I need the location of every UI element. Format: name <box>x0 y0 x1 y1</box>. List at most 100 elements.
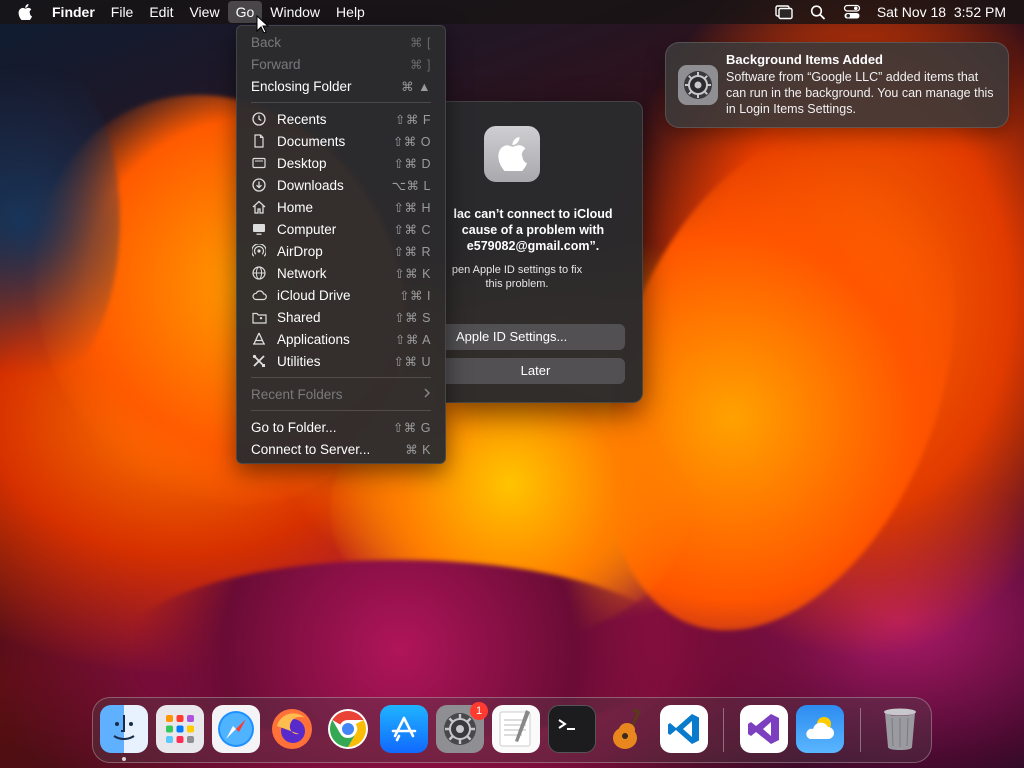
dock-chrome[interactable] <box>324 705 372 753</box>
go-menu: Back ⌘ [ Forward ⌘ ] Enclosing Folder ⌘ … <box>236 25 446 464</box>
applications-icon <box>251 331 267 347</box>
notification-title: Background Items Added <box>726 52 883 67</box>
menu-item-forward[interactable]: Forward ⌘ ] <box>243 53 439 75</box>
menu-item-shortcut: ⌥⌘ L <box>391 178 431 193</box>
menu-item-shortcut: ⇧⌘ G <box>392 420 431 435</box>
menu-separator <box>251 377 431 378</box>
menu-item-label: iCloud Drive <box>277 287 351 303</box>
menubar-edit[interactable]: Edit <box>141 1 181 23</box>
menu-item-shortcut: ⇧⌘ A <box>394 332 431 347</box>
dock-finder[interactable] <box>100 705 148 753</box>
menu-item-shortcut: ⇧⌘ I <box>399 288 431 303</box>
safari-compass-icon <box>218 711 254 747</box>
menu-item-back[interactable]: Back ⌘ [ <box>243 31 439 53</box>
menubar-clock[interactable]: Sat Nov 18 3:52 PM <box>877 4 1006 20</box>
menu-item-label: AirDrop <box>277 243 323 259</box>
dock-weather[interactable] <box>796 705 844 753</box>
control-center-icon[interactable] <box>843 4 861 20</box>
menu-item-desktop[interactable]: Desktop ⇧⌘ D <box>243 152 439 174</box>
menu-item-label: Downloads <box>277 177 344 193</box>
app-store-icon <box>391 716 417 742</box>
menu-item-enclosing-folder[interactable]: Enclosing Folder ⌘ ▲ <box>243 75 439 97</box>
background-items-notification[interactable]: Background Items Added Software from “Go… <box>665 42 1009 128</box>
menu-item-computer[interactable]: Computer ⇧⌘ C <box>243 218 439 240</box>
dock-firefox[interactable] <box>268 705 316 753</box>
menu-item-shortcut: ⌘ ] <box>410 57 431 72</box>
notification-body: Software from “Google LLC” added items t… <box>726 70 994 116</box>
notification-badge: 1 <box>470 702 488 720</box>
menu-item-utilities[interactable]: Utilities ⇧⌘ U <box>243 350 439 372</box>
menubar-view[interactable]: View <box>181 1 227 23</box>
menu-item-label: Utilities <box>277 353 321 369</box>
screen-mirroring-icon[interactable] <box>775 4 793 20</box>
menu-item-label: Network <box>277 265 327 281</box>
dock-trash[interactable] <box>876 705 924 753</box>
utilities-icon <box>251 353 267 369</box>
menu-item-documents[interactable]: Documents ⇧⌘ O <box>243 130 439 152</box>
menu-item-airdrop[interactable]: AirDrop ⇧⌘ R <box>243 240 439 262</box>
menu-item-connect-to-server[interactable]: Connect to Server... ⌘ K <box>243 438 439 460</box>
menu-item-shared[interactable]: Shared ⇧⌘ S <box>243 306 439 328</box>
menu-item-applications[interactable]: Applications ⇧⌘ A <box>243 328 439 350</box>
guitar-icon <box>613 708 642 749</box>
dock-vscode[interactable] <box>660 705 708 753</box>
menu-item-network[interactable]: Network ⇧⌘ K <box>243 262 439 284</box>
icloud-alert-dialog: lac can’t connect to iCloud cause of a p… <box>446 101 643 403</box>
menu-item-home[interactable]: Home ⇧⌘ H <box>243 196 439 218</box>
menu-item-go-to-folder[interactable]: Go to Folder... ⇧⌘ G <box>243 416 439 438</box>
dock-safari[interactable] <box>212 705 260 753</box>
menubar-help[interactable]: Help <box>328 1 373 23</box>
menu-item-label: Applications <box>277 331 350 347</box>
gear-icon <box>678 65 718 105</box>
menu-item-downloads[interactable]: Downloads ⌥⌘ L <box>243 174 439 196</box>
menu-item-icloud-drive[interactable]: iCloud Drive ⇧⌘ I <box>243 284 439 306</box>
dialog-message: pen Apple ID settings to fix this proble… <box>451 264 583 290</box>
menu-item-label: Go to Folder... <box>251 419 337 435</box>
later-button[interactable]: Later <box>446 358 625 384</box>
textedit-icon <box>499 710 531 747</box>
dock-visual-studio[interactable] <box>740 705 788 753</box>
menubar-app-name[interactable]: Finder <box>44 1 103 23</box>
visual-studio-icon <box>748 714 779 744</box>
menu-item-shortcut: ⇧⌘ S <box>394 310 431 325</box>
clock-icon <box>251 111 267 127</box>
menu-item-shortcut: ⇧⌘ H <box>393 200 431 215</box>
dock-app-store[interactable] <box>380 705 428 753</box>
system-settings-app-icon <box>484 126 540 182</box>
finder-running-indicator <box>122 757 126 761</box>
dock-terminal[interactable] <box>548 705 596 753</box>
spotlight-icon[interactable] <box>809 4 827 20</box>
menu-item-label: Recent Folders <box>251 386 343 402</box>
dock-garageband[interactable] <box>604 705 652 753</box>
chrome-icon <box>328 709 368 749</box>
menu-item-shortcut: ⌘ ▲ <box>401 79 431 94</box>
menu-item-label: Forward <box>251 56 301 72</box>
menu-item-shortcut: ⇧⌘ O <box>392 134 431 149</box>
dock-launchpad[interactable] <box>156 705 204 753</box>
dock-separator <box>723 708 724 752</box>
menu-item-label: Recents <box>277 111 327 127</box>
computer-icon <box>251 221 267 237</box>
menu-item-label: Enclosing Folder <box>251 78 352 94</box>
apple-id-settings-button[interactable]: Apple ID Settings... <box>446 324 625 350</box>
menubar-window[interactable]: Window <box>262 1 328 23</box>
menu-item-recent-folders[interactable]: Recent Folders <box>243 383 439 405</box>
terminal-prompt-icon <box>558 719 575 730</box>
finder-face-icon <box>113 715 135 740</box>
menu-item-shortcut: ⇧⌘ U <box>393 354 431 369</box>
launchpad-grid-icon <box>166 715 194 743</box>
menu-item-label: Home <box>277 199 314 215</box>
apple-menu-icon[interactable] <box>18 4 32 20</box>
menu-item-recents[interactable]: Recents ⇧⌘ F <box>243 108 439 130</box>
menu-item-shortcut: ⇧⌘ R <box>393 244 431 259</box>
dock-textedit[interactable] <box>492 705 540 753</box>
submenu-chevron-icon <box>423 387 439 401</box>
menubar-file[interactable]: File <box>103 1 142 23</box>
menu-item-label: Computer <box>277 221 337 237</box>
menu-item-label: Back <box>251 34 282 50</box>
menu-item-label: Documents <box>277 133 346 149</box>
menu-item-label: Shared <box>277 309 321 325</box>
mouse-pointer-icon <box>256 15 270 34</box>
desktop-icon <box>251 155 267 171</box>
menu-separator <box>251 410 431 411</box>
